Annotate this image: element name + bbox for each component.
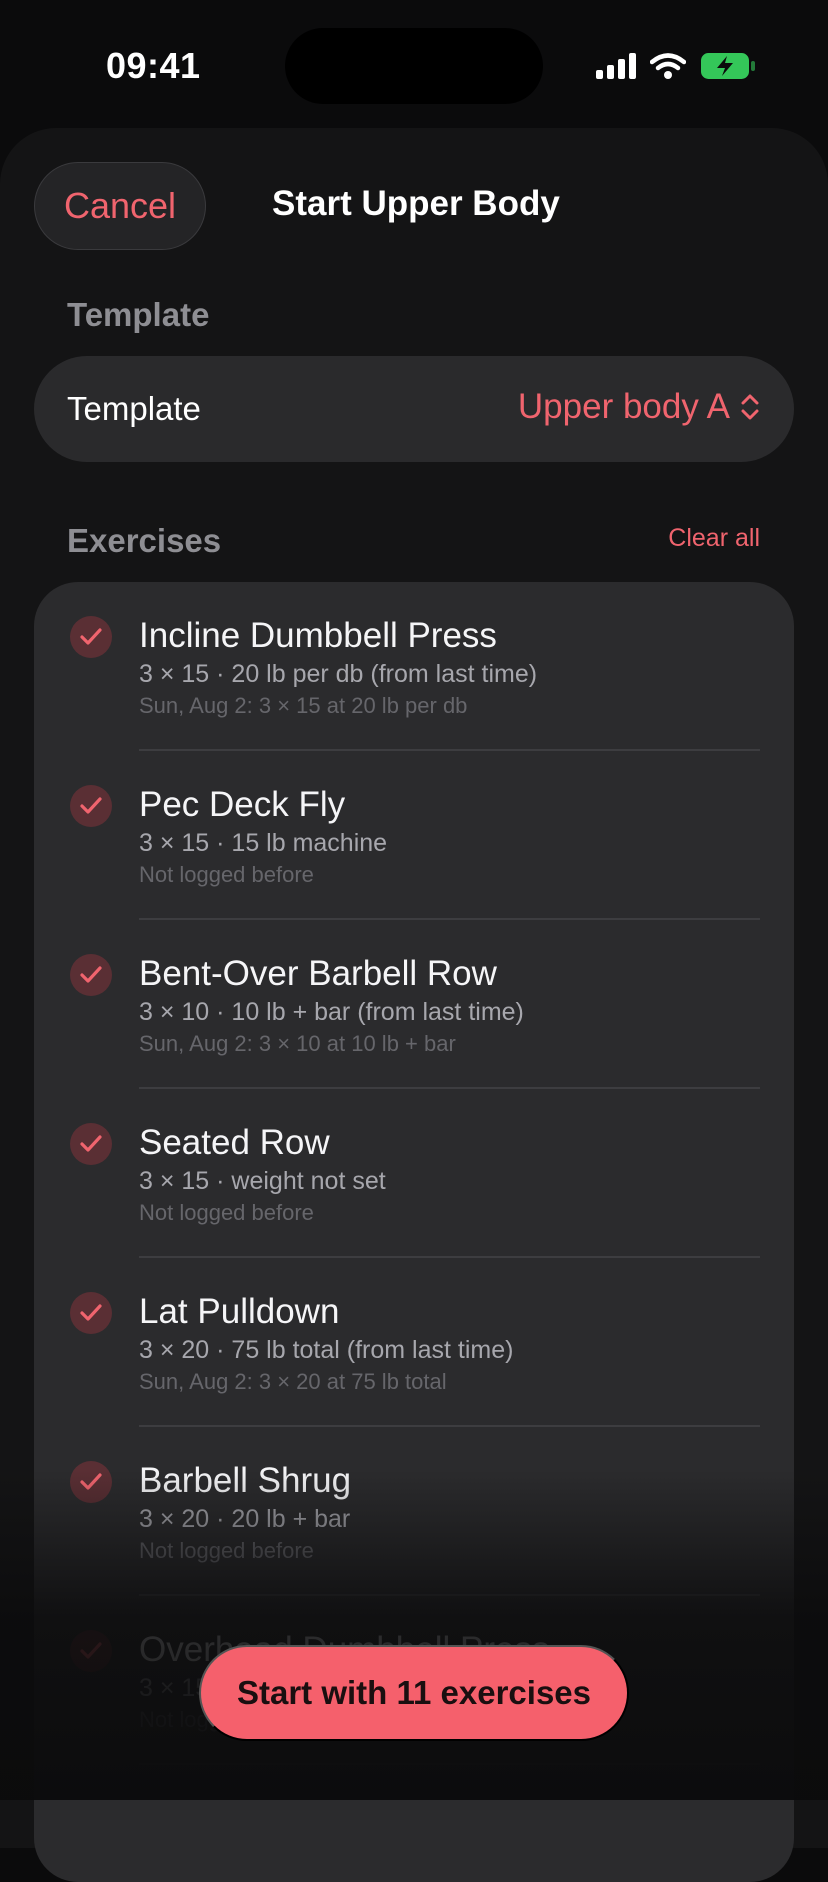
checkmark-icon[interactable] [70,954,112,996]
exercise-history: Not logged before [139,862,314,887]
exercise-detail: 3 × 20 · 75 lb total (from last time) [139,1336,514,1364]
clear-all-button[interactable]: Clear all [668,524,760,553]
exercise-name: Incline Dumbbell Press [139,616,497,655]
exercise-detail: 3 × 15 · 20 lb per db (from last time) [139,660,538,688]
exercise-history: Not logged before [139,1200,314,1225]
status-time: 09:41 [106,45,201,86]
exercise-name: Lat Pulldown [139,1292,340,1331]
exercise-item[interactable]: Seated Row 3 × 15 · weight not set Not l… [34,1089,794,1258]
exercise-detail: 3 × 10 · 10 lb + bar (from last time) [139,998,524,1026]
start-workout-button[interactable]: Start with 11 exercises [199,1645,629,1741]
checkmark-icon[interactable] [70,1630,112,1672]
template-section-header: Template [67,296,210,333]
status-icons [596,52,756,80]
checkmark-icon[interactable] [70,1461,112,1503]
checkmark-icon[interactable] [70,785,112,827]
template-row[interactable]: Template Upper body A [34,356,794,462]
exercise-name: Pec Deck Fly [139,785,346,824]
chevron-up-down-icon [741,394,759,420]
page-title: Start Upper Body [272,184,560,223]
status-bar: 09:41 [0,0,828,128]
exercise-history: Not logged before [139,1538,314,1563]
template-row-label: Template [67,390,201,427]
cellular-icon [596,53,636,79]
exercise-detail: 3 × 20 · 20 lb + bar [139,1505,351,1533]
template-selected-value: Upper body A [517,387,730,426]
cancel-button[interactable]: Cancel [34,162,206,250]
exercise-detail: 3 × 15 · 15 lb machine [139,829,388,857]
exercise-item[interactable]: Pec Deck Fly 3 × 15 · 15 lb machine Not … [34,751,794,920]
exercise-item[interactable]: Lat Pulldown 3 × 20 · 75 lb total (from … [34,1258,794,1427]
exercise-name: Seated Row [139,1123,330,1162]
exercise-item[interactable]: Barbell Shrug 3 × 20 · 20 lb + bar Not l… [34,1427,794,1596]
checkmark-icon[interactable] [70,616,112,658]
battery-charging-icon [701,53,755,79]
divider [139,1763,760,1765]
exercises-section-header: Exercises [67,522,222,559]
exercise-history: Sun, Aug 2: 3 × 15 at 20 lb per db [139,693,468,718]
template-picker[interactable]: Upper body A [518,387,760,427]
exercise-detail: 3 × 15 · weight not set [139,1167,386,1195]
exercise-name: Barbell Shrug [139,1461,352,1500]
dynamic-island [285,28,543,104]
checkmark-icon[interactable] [70,1292,112,1334]
exercise-item[interactable]: Incline Dumbbell Press 3 × 15 · 20 lb pe… [34,582,794,751]
wifi-icon [650,53,686,79]
checkmark-icon[interactable] [70,1123,112,1165]
exercise-item[interactable]: Bent-Over Barbell Row 3 × 10 · 10 lb + b… [34,920,794,1089]
exercise-name: Bent-Over Barbell Row [139,954,497,993]
exercise-history: Sun, Aug 2: 3 × 20 at 75 lb total [139,1369,447,1394]
exercise-history: Sun, Aug 2: 3 × 10 at 10 lb + bar [139,1031,456,1056]
